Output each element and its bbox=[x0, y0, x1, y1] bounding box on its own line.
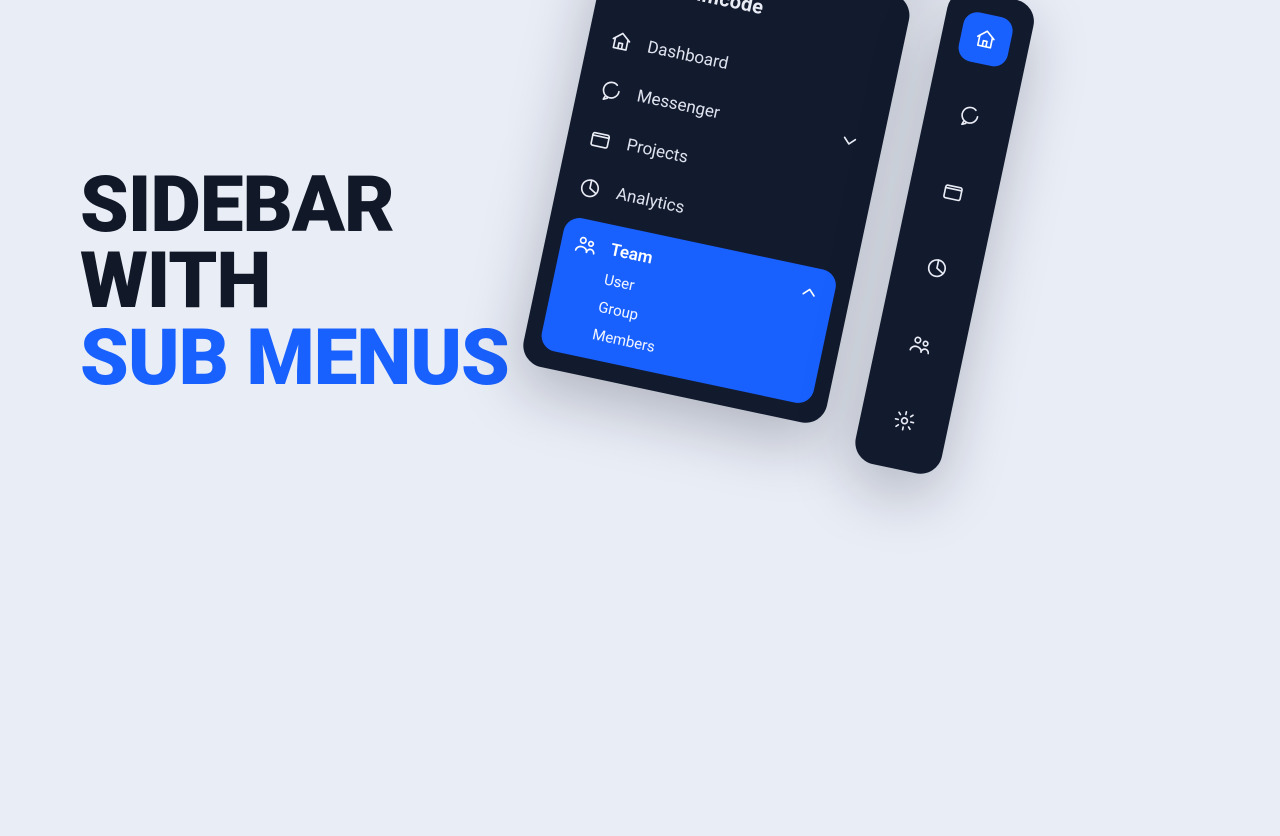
chat-icon bbox=[956, 103, 982, 129]
folder-icon bbox=[587, 126, 613, 152]
sidebar-expanded: Bedimcode Dashboard Messenger Projects bbox=[519, 0, 913, 427]
folder-icon bbox=[940, 179, 966, 205]
sidebar-item-label: Messenger bbox=[635, 86, 721, 123]
home-icon bbox=[973, 26, 999, 52]
mini-item-home[interactable] bbox=[956, 10, 1015, 69]
brand-name: Bedimcode bbox=[660, 0, 766, 19]
headline-line-1: SIDEBAR bbox=[80, 168, 509, 244]
mini-item-settings[interactable] bbox=[875, 391, 934, 450]
sidebar-item-label: Team bbox=[609, 240, 655, 268]
chat-icon bbox=[598, 77, 624, 103]
pie-chart-icon bbox=[924, 255, 950, 281]
gear-icon bbox=[891, 408, 917, 434]
promo-headline: SIDEBAR WITH SUB MENUS bbox=[80, 168, 509, 397]
users-icon bbox=[573, 232, 599, 258]
mini-item-chat[interactable] bbox=[940, 86, 999, 145]
sidebar-item-label: Analytics bbox=[614, 184, 686, 218]
pie-chart-icon bbox=[577, 175, 603, 201]
headline-line-2: WITH bbox=[80, 244, 509, 320]
chevron-up-icon bbox=[796, 279, 822, 305]
sidebar-item-label: Dashboard bbox=[645, 37, 730, 74]
home-icon bbox=[608, 29, 634, 55]
mini-item-projects[interactable] bbox=[924, 162, 983, 221]
chevron-down-icon bbox=[836, 128, 862, 154]
mini-item-analytics[interactable] bbox=[907, 239, 966, 298]
mini-item-team[interactable] bbox=[891, 315, 950, 374]
sidebar-item-label: Projects bbox=[625, 135, 690, 168]
headline-line-3: SUB MENUS bbox=[80, 321, 509, 397]
users-icon bbox=[908, 331, 934, 357]
